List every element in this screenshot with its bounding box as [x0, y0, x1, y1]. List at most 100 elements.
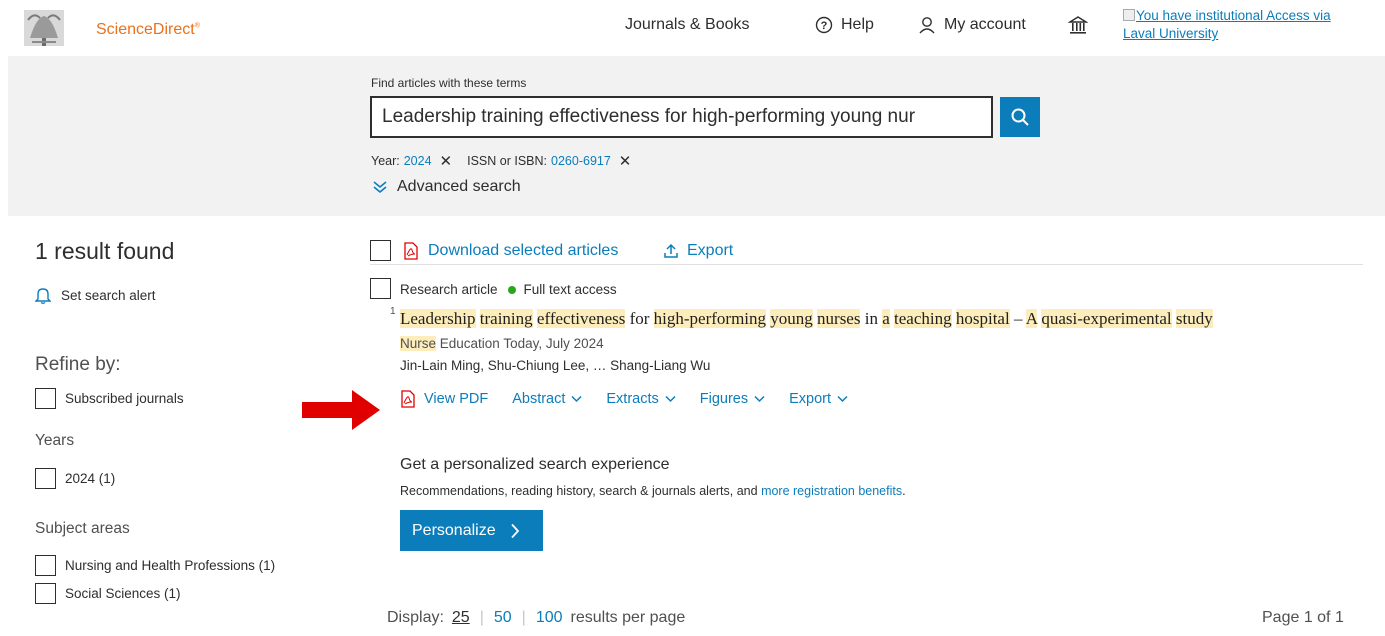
select-all-checkbox[interactable] [370, 240, 391, 261]
pdf-icon [404, 241, 418, 260]
figures-toggle[interactable]: Figures [700, 391, 765, 407]
filter-year-value[interactable]: 2024 [404, 154, 432, 168]
export-icon [664, 243, 678, 258]
title-highlight: quasi-experimental [1041, 309, 1172, 328]
title-highlight: a [882, 309, 890, 328]
result-item-checkbox-wrap[interactable] [370, 278, 400, 299]
title-highlight: young [770, 309, 813, 328]
personalize-description: Recommendations, reading history, search… [400, 484, 906, 498]
title-highlight: high-performing [653, 309, 767, 328]
refine-heading: Refine by: [35, 354, 121, 375]
filter-issn-label: ISSN or ISBN: [467, 154, 548, 168]
article-title-link[interactable]: Leadership training effectiveness for hi… [400, 309, 1213, 329]
bulk-actions: Download selected articles [370, 240, 618, 261]
institution-icon [1068, 16, 1088, 34]
access-label: Full text access [523, 282, 617, 297]
checkbox[interactable] [35, 388, 56, 409]
nav-journals-books[interactable]: Journals & Books [625, 16, 750, 34]
article-type: Research article [400, 282, 498, 297]
chevron-down-icon [571, 395, 582, 403]
article-meta: Research article Full text access [400, 282, 617, 297]
result-number: 1 [390, 306, 396, 317]
pdf-icon [401, 390, 415, 408]
nav-institution[interactable] [1068, 15, 1096, 35]
checkbox[interactable] [35, 555, 56, 576]
download-selected-button[interactable]: Download selected articles [403, 242, 618, 260]
personalize-button[interactable]: Personalize [400, 510, 543, 551]
advanced-search-toggle[interactable]: Advanced search [372, 178, 521, 196]
personalize-desc-text: Recommendations, reading history, search… [400, 484, 762, 498]
divider [370, 264, 1363, 265]
search-icon [1011, 108, 1029, 126]
bell-icon [35, 288, 51, 304]
registration-benefits-link[interactable]: more registration benefits [761, 484, 902, 498]
checkbox[interactable] [35, 468, 56, 489]
per-page-suffix: results per page [570, 609, 686, 626]
export-results-button[interactable]: Export [663, 242, 733, 260]
search-input[interactable]: Leadership training effectiveness for hi… [370, 96, 993, 138]
filter-label: 2024 (1) [65, 471, 116, 486]
filter-label: Social Sciences (1) [65, 586, 181, 601]
search-button[interactable] [1000, 97, 1040, 137]
filter-year-2024[interactable]: 2024 (1) [35, 468, 115, 489]
filter-year-label: Year: [371, 154, 400, 168]
filter-subject-social-sciences[interactable]: Social Sciences (1) [35, 583, 181, 604]
active-filters: Year: 2024 ✕ ISSN or ISBN: 0260-6917 ✕ [371, 152, 646, 170]
nav-my-account[interactable]: My account [918, 16, 1026, 34]
subject-areas-heading: Subject areas [35, 520, 130, 537]
display-label: Display: [387, 609, 444, 626]
full-access-dot-icon [507, 285, 516, 294]
elsevier-tree-icon [24, 10, 64, 46]
title-highlight: effectiveness [536, 309, 626, 328]
title-text: for [625, 309, 654, 328]
page-indicator: Page 1 of 1 [1262, 609, 1344, 626]
filter-subscribed-journals[interactable]: Subscribed journals [35, 388, 184, 409]
export-action-label: Export [789, 391, 832, 407]
set-search-alert[interactable]: Set search alert [35, 286, 156, 304]
account-icon [919, 17, 935, 34]
chevron-right-icon [510, 523, 519, 538]
remove-issn-filter-icon[interactable]: ✕ [619, 152, 632, 170]
help-icon: ? [815, 16, 833, 34]
export-label: Export [687, 242, 734, 259]
title-highlight: hospital [955, 309, 1010, 328]
chevron-down-icon [754, 395, 765, 403]
institutional-access-link[interactable]: You have institutional Access via Laval … [1123, 7, 1363, 43]
remove-year-filter-icon[interactable]: ✕ [440, 152, 453, 170]
export-toggle[interactable]: Export [789, 391, 848, 407]
personalize-button-label: Personalize [412, 521, 496, 539]
site-header: ScienceDirect® Journals & Books ? Help M… [0, 0, 1385, 56]
filter-issn-value[interactable]: 0260-6917 [551, 154, 611, 168]
logo-trademark: ® [194, 22, 200, 30]
result-actions: View PDF Abstract Extracts Figures Expor… [400, 390, 872, 408]
results-count: 1 result found [35, 238, 175, 264]
per-page-50[interactable]: 50 [494, 609, 512, 627]
download-selected-label: Download selected articles [428, 241, 619, 259]
results-per-page: Display: 25 | 50 | 100 results per page [387, 609, 685, 627]
title-text: in [860, 309, 883, 328]
abstract-toggle[interactable]: Abstract [512, 391, 582, 407]
per-page-25[interactable]: 25 [452, 609, 470, 627]
set-search-alert-label: Set search alert [61, 287, 156, 303]
nav-help[interactable]: ? Help [815, 16, 874, 34]
abstract-label: Abstract [512, 391, 566, 407]
journal-info[interactable]: Nurse Education Today, July 2024 [400, 336, 604, 351]
chevron-down-icon [837, 395, 848, 403]
checkbox[interactable] [370, 278, 391, 299]
title-highlight: teaching [894, 309, 952, 328]
journal-highlight: Nurse [400, 336, 437, 351]
search-label: Find articles with these terms [371, 76, 527, 90]
extracts-toggle[interactable]: Extracts [606, 391, 676, 407]
authors: Jin-Lain Ming, Shu-Chiung Lee, … Shang-L… [400, 358, 711, 373]
figures-label: Figures [699, 391, 749, 407]
checkbox[interactable] [35, 583, 56, 604]
nav-help-label: Help [841, 16, 874, 33]
view-pdf-link[interactable]: View PDF [400, 390, 488, 408]
filter-label: Nursing and Health Professions (1) [65, 558, 276, 573]
logo-text: ScienceDirect [96, 21, 195, 38]
filter-subject-nursing[interactable]: Nursing and Health Professions (1) [35, 555, 275, 576]
personalize-desc-end: . [902, 484, 906, 498]
broken-image-icon [1123, 9, 1135, 21]
per-page-100[interactable]: 100 [536, 609, 563, 627]
site-logo[interactable]: ScienceDirect® [18, 8, 200, 48]
